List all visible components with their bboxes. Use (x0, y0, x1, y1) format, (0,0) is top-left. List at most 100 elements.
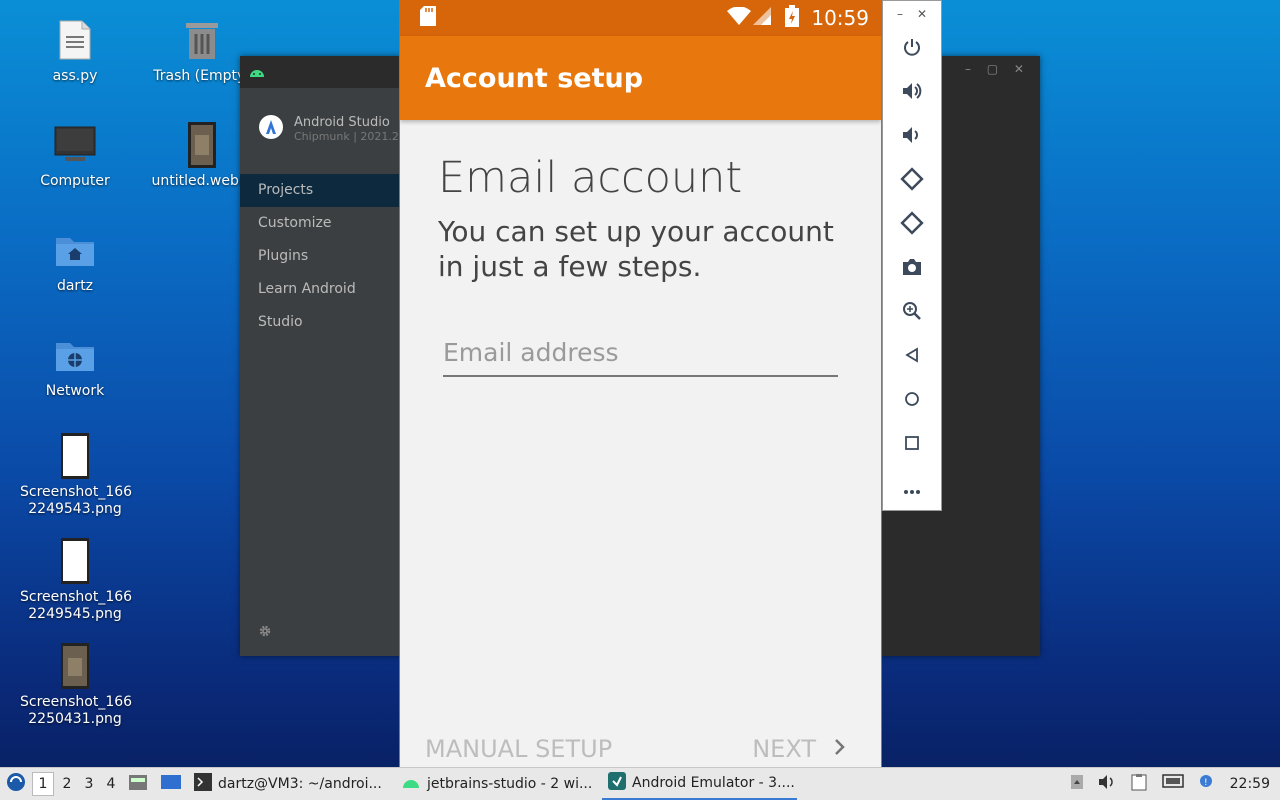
battery-charging-icon (785, 5, 800, 31)
file-manager-launcher[interactable] (122, 768, 154, 800)
more-dots-icon (903, 480, 921, 499)
bottom-actions: MANUAL SETUP NEXT (400, 730, 881, 768)
rotate-left-button[interactable] (883, 159, 941, 203)
task-label: Android Emulator - 3.... (632, 775, 795, 791)
desktop-icon-label: dartz (56, 278, 94, 294)
computer-icon (51, 121, 99, 169)
power-icon (902, 37, 922, 61)
desktop-icon-ass-py[interactable]: ass.py (20, 16, 130, 85)
desktop-icon-screenshot-2[interactable]: Screenshot_166 2249545.png (20, 537, 132, 623)
studio-nav-learn[interactable]: Learn Android Studio (240, 273, 400, 330)
desktop-launcher[interactable] (154, 768, 188, 800)
volume-up-button[interactable] (883, 71, 941, 115)
next-button[interactable]: NEXT (752, 735, 846, 763)
camera-icon (902, 258, 922, 280)
clock[interactable]: 22:59 (1230, 776, 1270, 792)
taskbar-task-studio[interactable]: jetbrains-studio - 2 wi... (395, 768, 602, 800)
android-icon (248, 63, 266, 82)
window-controls[interactable]: – ▢ ✕ (965, 62, 1030, 76)
sd-card-icon (420, 6, 436, 30)
network-icon[interactable] (1161, 774, 1184, 794)
chevron-right-icon (834, 738, 846, 760)
manual-setup-button[interactable]: MANUAL SETUP (425, 735, 612, 763)
desktop-icon-label: Screenshot_166 2249543.png (20, 484, 133, 517)
setup-content: Email account You can set up your accoun… (400, 120, 881, 377)
desktop-icon-computer[interactable]: Computer (20, 121, 130, 190)
taskbar-task-terminal[interactable]: dartz@VM3: ~/androi... (188, 768, 395, 800)
tray-arrow-icon[interactable] (1070, 774, 1084, 794)
desktop-icon-label: Screenshot_166 2250431.png (20, 694, 133, 727)
trash-icon (178, 16, 226, 64)
studio-nav-customize[interactable]: Customize (240, 207, 400, 240)
studio-nav-plugins[interactable]: Plugins (240, 240, 400, 273)
studio-nav-projects[interactable]: Projects (240, 174, 400, 207)
desktop-icon-screenshot-3[interactable]: Screenshot_166 2250431.png (20, 642, 133, 728)
video-file-icon (178, 121, 226, 169)
app-bar: Account setup (400, 36, 881, 120)
show-desktop-icon (160, 773, 182, 795)
signal-icon (753, 7, 772, 29)
desktop-icon-label: Network (45, 383, 105, 399)
workspace-2[interactable]: 2 (56, 776, 78, 792)
desktop-icon-screenshot-1[interactable]: Screenshot_166 2249543.png (20, 432, 133, 518)
zoom-button[interactable] (883, 291, 941, 335)
volume-up-icon (901, 81, 923, 105)
start-menu-button[interactable] (0, 768, 32, 800)
overview-button[interactable] (883, 423, 941, 467)
status-bar: 10:59 (400, 0, 881, 36)
taskbar: 1 2 3 4 dartz@VM3: ~/androi... jetbrains… (0, 767, 1280, 800)
zoom-in-icon (902, 301, 922, 325)
page-title: Email account (438, 153, 743, 203)
network-folder-icon (51, 331, 99, 379)
page-subtitle: You can set up your account in just a fe… (438, 215, 834, 283)
clipboard-icon[interactable] (1130, 773, 1148, 795)
emulator-controls: – ✕ (882, 0, 942, 511)
emulator-icon (608, 772, 626, 794)
back-triangle-icon (904, 347, 920, 367)
terminal-icon (194, 773, 212, 795)
studio-sidebar: Android Studio Chipmunk | 2021.2 Project… (240, 88, 400, 656)
gear-icon[interactable] (258, 623, 272, 642)
volume-down-button[interactable] (883, 115, 941, 159)
emulator-window-controls: – ✕ (883, 1, 941, 27)
rotate-right-button[interactable] (883, 203, 941, 247)
image-file-icon (51, 432, 99, 480)
studio-app-name: Android Studio (294, 115, 390, 130)
volume-down-icon (901, 125, 923, 149)
android-icon (401, 775, 421, 793)
task-label: jetbrains-studio - 2 wi... (427, 776, 593, 792)
file-manager-icon (128, 773, 148, 795)
desktop-icon-label: Computer (40, 173, 110, 189)
screenshot-button[interactable] (883, 247, 941, 291)
task-label: dartz@VM3: ~/androi... (218, 776, 382, 792)
rotate-right-icon (900, 211, 924, 239)
desktop-icon-network[interactable]: Network (20, 331, 130, 400)
text-file-icon (51, 16, 99, 64)
more-button[interactable] (883, 467, 941, 511)
taskbar-task-emulator[interactable]: Android Emulator - 3.... (602, 768, 797, 800)
workspace-4[interactable]: 4 (100, 776, 122, 792)
close-icon[interactable]: ✕ (917, 7, 927, 21)
notification-icon[interactable]: ! (1198, 774, 1216, 794)
home-folder-icon (51, 226, 99, 274)
appbar-title: Account setup (425, 62, 644, 94)
lubuntu-logo-icon (6, 772, 26, 796)
studio-version: Chipmunk | 2021.2 (294, 130, 399, 143)
emulator-screen[interactable]: 10:59 Account setup Email account You ca… (399, 0, 882, 768)
workspace-1[interactable]: 1 (32, 772, 54, 796)
svg-text:!: ! (1204, 778, 1208, 788)
desktop-icon-label: ass.py (52, 68, 98, 84)
minimize-icon[interactable]: – (897, 7, 903, 21)
android-studio-logo-icon (258, 114, 284, 144)
rotate-left-icon (900, 167, 924, 195)
power-button[interactable] (883, 27, 941, 71)
back-button[interactable] (883, 335, 941, 379)
image-file-icon (51, 537, 99, 585)
overview-square-icon (904, 435, 920, 455)
workspace-3[interactable]: 3 (78, 776, 100, 792)
home-button[interactable] (883, 379, 941, 423)
next-label: NEXT (752, 735, 816, 763)
volume-icon[interactable] (1098, 774, 1116, 794)
email-address-input[interactable] (443, 334, 838, 377)
desktop-icon-dartz[interactable]: dartz (20, 226, 130, 295)
